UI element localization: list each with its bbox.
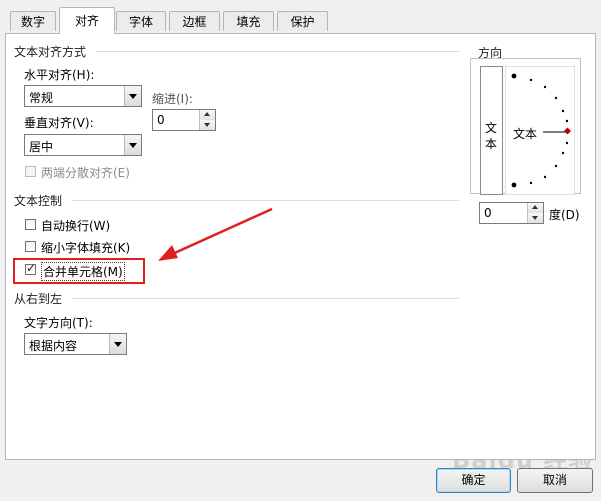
dial-tick	[529, 181, 533, 185]
cancel-button[interactable]: 取消	[517, 468, 593, 493]
vertical-alignment-label: 垂直对齐(V):	[24, 116, 94, 130]
indent-label: 缩进(I):	[152, 92, 193, 106]
dial-tick	[561, 151, 565, 155]
shrink-to-fit-checkbox[interactable]	[25, 241, 36, 252]
chevron-down-icon[interactable]	[124, 86, 141, 106]
section-title-right-to-left: 从右到左	[14, 292, 63, 306]
section-divider	[96, 51, 459, 52]
text-direction-value: 根据内容	[29, 339, 78, 353]
dial-tick	[543, 175, 547, 179]
vertical-alignment-value: 居中	[29, 140, 54, 154]
annotation-highlight-box	[13, 258, 145, 284]
indent-spinner[interactable]: 0	[152, 109, 216, 131]
dial-text: 文本	[513, 127, 538, 141]
degree-value: 0	[484, 206, 492, 220]
text-direction-select[interactable]: 根据内容	[24, 333, 127, 355]
section-divider	[72, 298, 459, 299]
spin-down-icon[interactable]	[199, 120, 215, 130]
text-direction-label: 文字方向(T):	[24, 316, 93, 330]
dial-tick	[565, 141, 569, 145]
spin-down-icon[interactable]	[527, 213, 543, 223]
section-title-text-alignment: 文本对齐方式	[14, 45, 87, 59]
dial-tick	[561, 109, 565, 113]
indent-value: 0	[157, 113, 165, 127]
annotation-arrow-icon	[158, 207, 273, 261]
vertical-text-char: 本	[485, 137, 498, 151]
dial-tick	[511, 73, 517, 79]
degree-label: 度(D)	[549, 208, 580, 222]
ok-button[interactable]: 确定	[436, 468, 511, 493]
vertical-text-toggle[interactable]: 文 本	[480, 66, 503, 195]
vertical-alignment-select[interactable]: 居中	[24, 134, 142, 156]
dial-tick	[529, 78, 533, 82]
chevron-down-icon[interactable]	[124, 135, 141, 155]
dial-tick	[554, 96, 558, 100]
panel-content: 文本对齐方式 水平对齐(H): 常规 缩进(I): 0 垂直对齐(V): 居中 …	[0, 0, 601, 501]
wrap-text-label[interactable]: 自动换行(W)	[41, 217, 110, 234]
section-divider	[72, 200, 459, 201]
justify-distributed-checkbox[interactable]	[25, 166, 36, 177]
degree-spinner[interactable]: 0	[479, 202, 544, 224]
wrap-text-checkbox[interactable]	[25, 219, 36, 230]
dial-tick	[554, 164, 558, 168]
shrink-to-fit-label[interactable]: 缩小字体填充(K)	[41, 239, 130, 256]
vertical-text-char: 文	[485, 121, 498, 135]
dial-tick	[565, 119, 569, 123]
dial-tick	[511, 182, 517, 188]
justify-distributed-label: 两端分散对齐(E)	[41, 166, 130, 180]
horizontal-alignment-select[interactable]: 常规	[24, 85, 142, 107]
section-title-text-control: 文本控制	[14, 194, 63, 208]
chevron-down-icon[interactable]	[109, 334, 126, 354]
horizontal-alignment-label: 水平对齐(H):	[24, 68, 95, 82]
dial-tick	[543, 85, 547, 89]
horizontal-alignment-value: 常规	[29, 91, 54, 105]
